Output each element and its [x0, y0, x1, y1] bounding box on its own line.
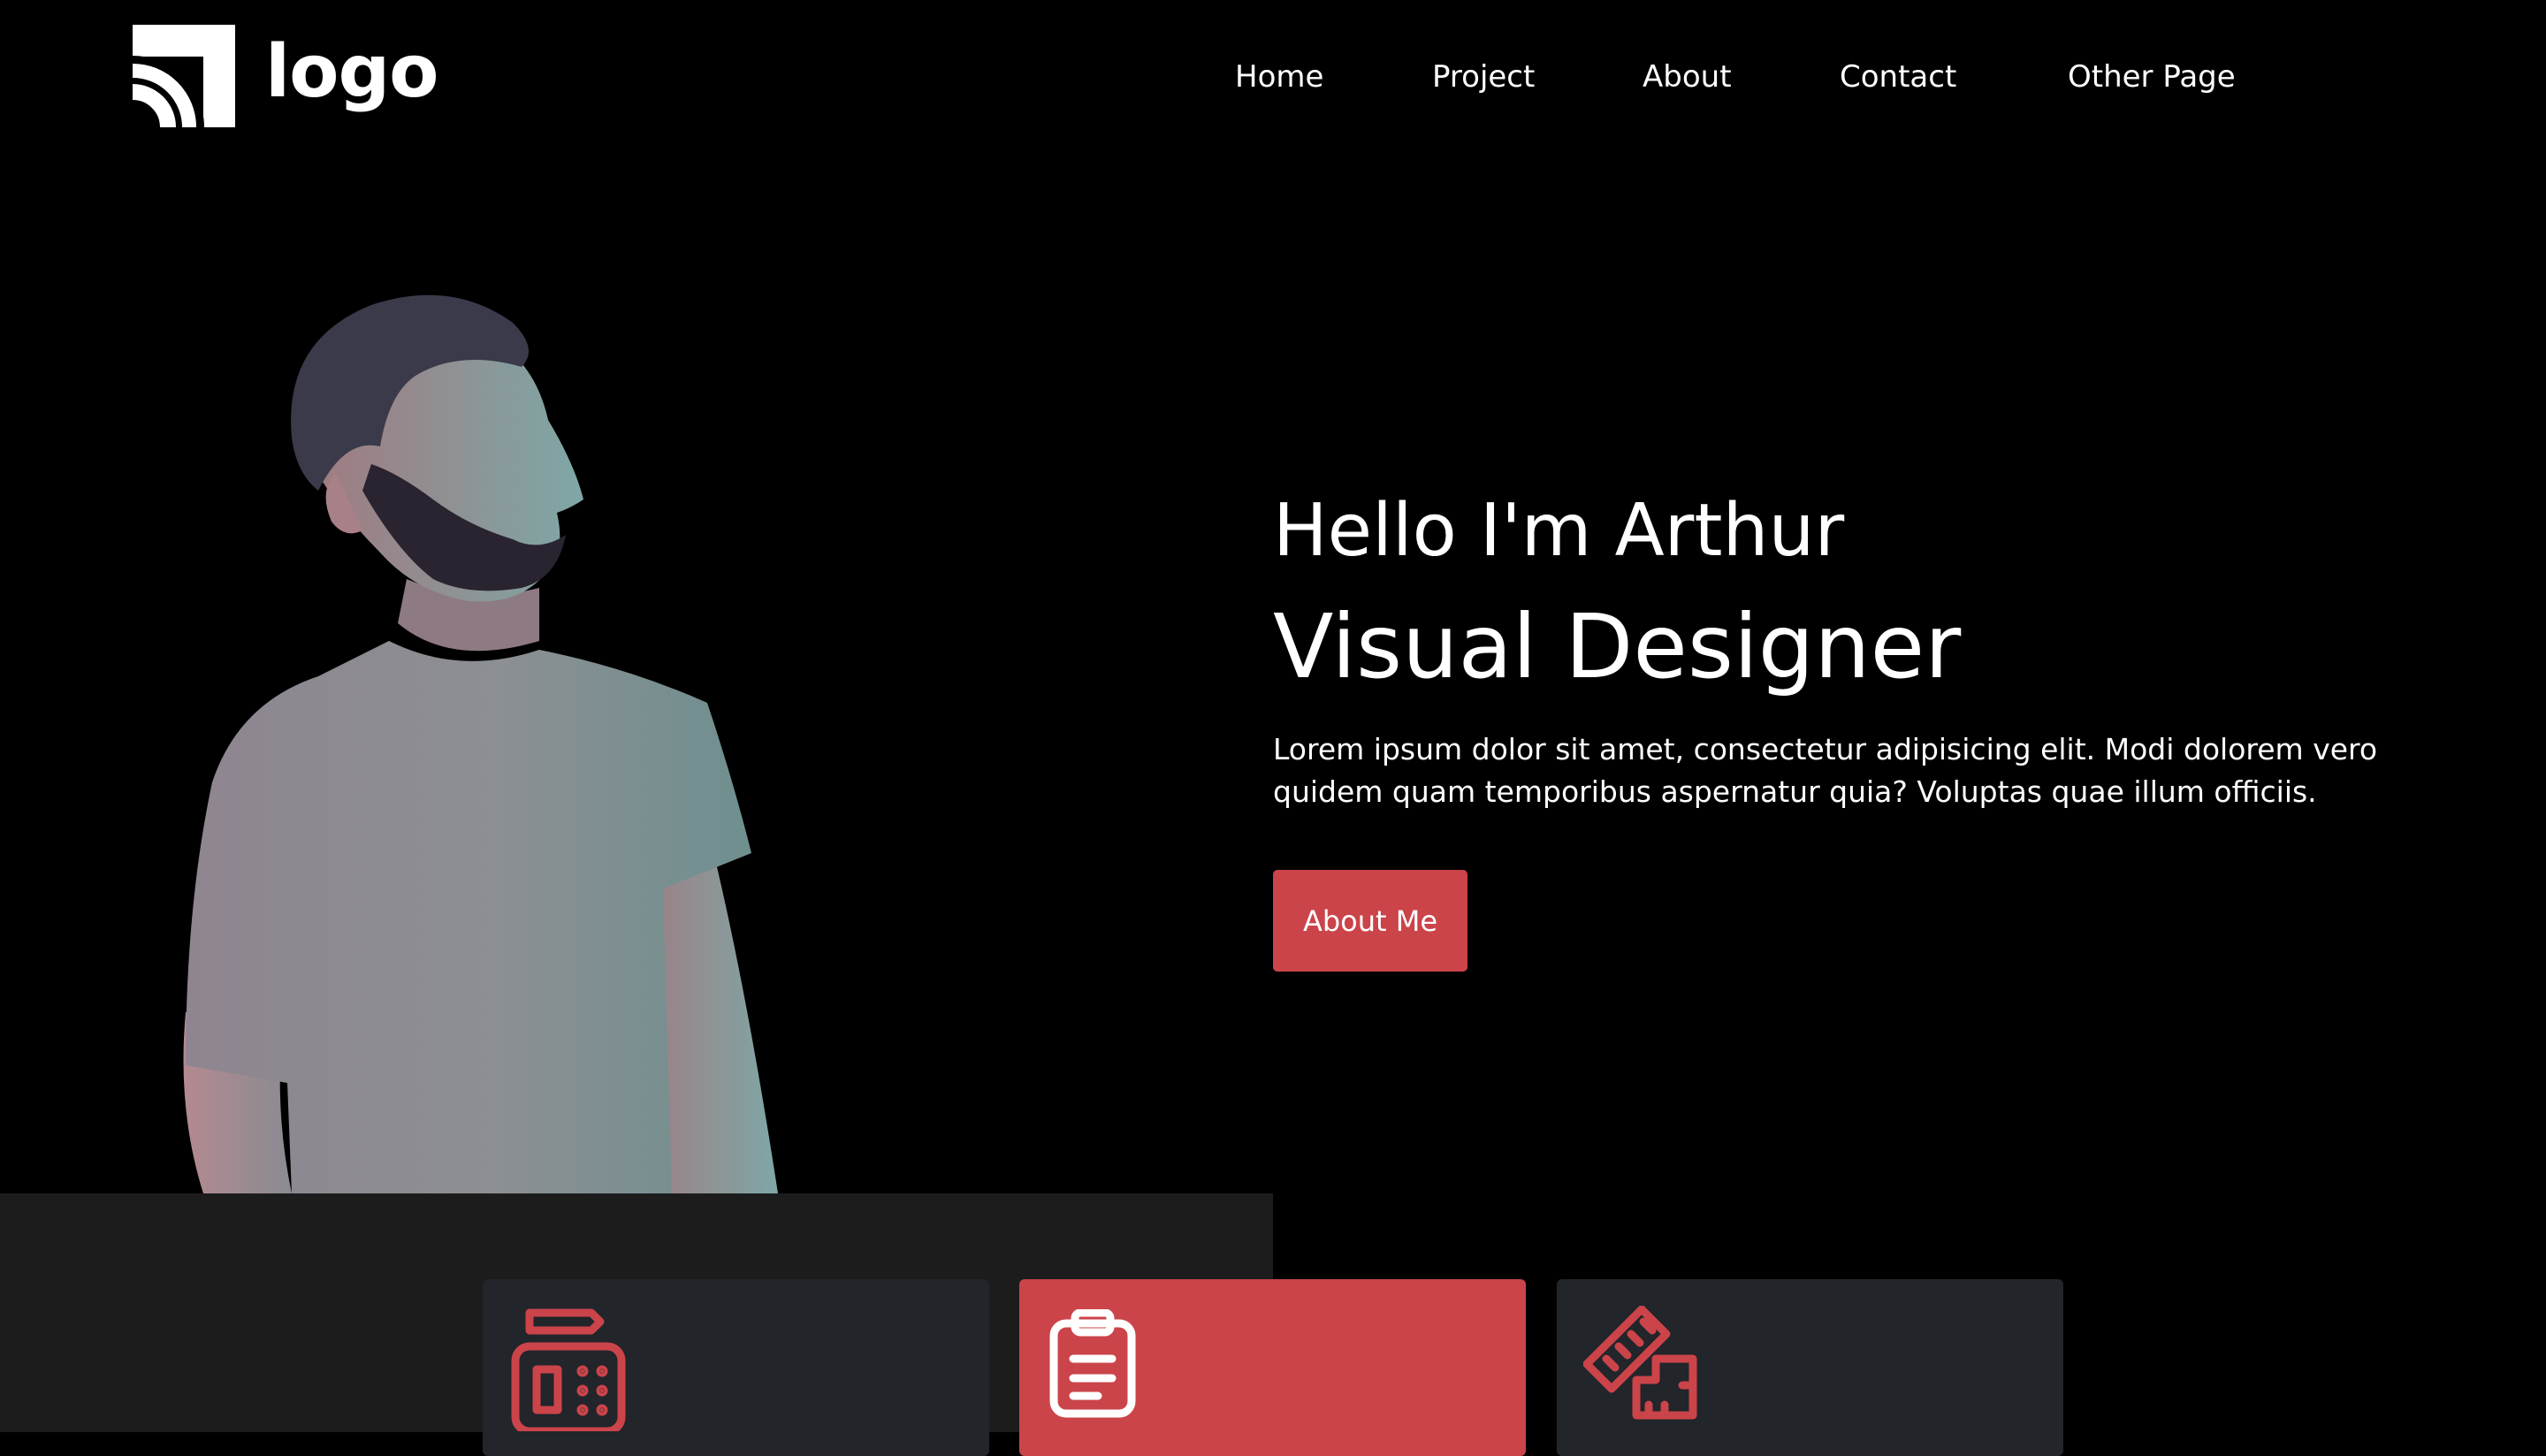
- about-me-button[interactable]: About Me: [1273, 870, 1467, 972]
- nav-contact[interactable]: Contact: [1840, 55, 1956, 99]
- hero-intro: Lorem ipsum dolor sit amet, consectetur …: [1273, 732, 2378, 809]
- nav-home[interactable]: Home: [1235, 55, 1323, 99]
- hero-role: Visual Designer: [1273, 595, 1962, 698]
- clipboard-icon: [1049, 1309, 1136, 1418]
- nav-about[interactable]: About: [1643, 55, 1732, 99]
- nav-project[interactable]: Project: [1432, 55, 1535, 99]
- hero-greeting: Hello I'm Arthur: [1273, 489, 1845, 573]
- ruler-square-icon: [1583, 1306, 1697, 1420]
- hero-content: Hello I'm Arthur Visual Designer Lorem i…: [1273, 489, 2475, 972]
- service-card-design[interactable]: [1557, 1279, 2063, 1456]
- service-card-fax[interactable]: [483, 1279, 989, 1456]
- service-card-clipboard[interactable]: [1019, 1279, 1526, 1456]
- hero-photo: [183, 294, 778, 1193]
- nav-other-page[interactable]: Other Page: [2068, 55, 2236, 99]
- fax-machine-icon: [511, 1308, 626, 1431]
- main-nav: Home Project About Contact Other Page: [0, 55, 2546, 99]
